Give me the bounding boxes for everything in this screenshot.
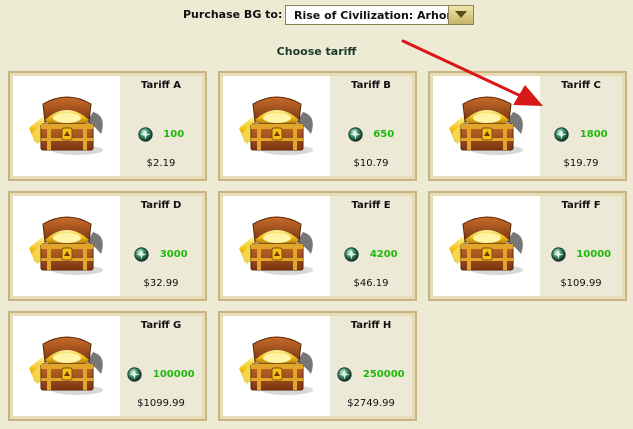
tariff-card-a[interactable]: Tariff A 100 $2.19 (8, 71, 207, 181)
chevron-down-icon (455, 11, 467, 18)
bg-amount-value: 4200 (369, 249, 398, 260)
bg-amount-value: 100 (163, 129, 185, 140)
server-select-value: Rise of Civilization: Arhon (294, 9, 455, 22)
tariff-card-f[interactable]: Tariff F 10000 $109.99 (428, 191, 627, 301)
bg-gem-icon (348, 127, 363, 142)
tariff-price: $46.19 (353, 278, 389, 289)
tariff-price: $32.99 (143, 278, 179, 289)
chest-image (13, 196, 120, 294)
bg-amount: 1800 (540, 127, 622, 142)
bg-gem-icon (138, 127, 153, 142)
server-select[interactable]: Rise of Civilization: Arhon (285, 5, 474, 25)
bg-amount-value: 10000 (576, 249, 612, 260)
treasure-chest-icon (27, 94, 107, 156)
tariff-card-g[interactable]: Tariff G 100000 $1099.99 (8, 311, 207, 421)
tariff-price: $10.79 (353, 158, 389, 169)
bg-gem-icon (551, 247, 566, 262)
red-arrow-annotation (401, 39, 543, 106)
tariff-name: Tariff G (140, 320, 182, 331)
tariff-price: $19.79 (563, 158, 599, 169)
bg-amount: 4200 (330, 247, 412, 262)
chest-image (223, 76, 330, 174)
chest-image (13, 316, 120, 414)
bg-amount: 250000 (330, 367, 412, 382)
tariff-price: $2749.99 (347, 398, 395, 409)
bg-amount: 10000 (540, 247, 622, 262)
bg-amount-value: 650 (373, 129, 395, 140)
tariff-price: $1099.99 (137, 398, 185, 409)
tariff-price: $109.99 (560, 278, 602, 289)
bg-gem-icon (337, 367, 352, 382)
treasure-chest-icon (237, 94, 317, 156)
tariff-name: Tariff E (351, 200, 391, 211)
tariff-card-b[interactable]: Tariff B 650 $10.79 (218, 71, 417, 181)
treasure-chest-icon (447, 214, 527, 276)
bg-gem-icon (127, 367, 142, 382)
treasure-chest-icon (237, 334, 317, 396)
bg-amount-value: 1800 (579, 129, 608, 140)
tariff-name: Tariff A (141, 80, 181, 91)
bg-amount-value: 100000 (152, 369, 195, 380)
tariff-name: Tariff F (561, 200, 601, 211)
bg-amount: 650 (330, 127, 412, 142)
bg-gem-icon (344, 247, 359, 262)
tariff-price: $2.19 (146, 158, 176, 169)
bg-gem-icon (554, 127, 569, 142)
bg-amount: 100 (120, 127, 202, 142)
purchase-label: Purchase BG to: (183, 8, 283, 21)
chest-image (223, 196, 330, 294)
chest-image (13, 76, 120, 174)
tariff-card-e[interactable]: Tariff E 4200 $46.19 (218, 191, 417, 301)
dropdown-button[interactable] (448, 6, 473, 24)
tariff-name: Tariff D (140, 200, 182, 211)
chest-image (433, 196, 540, 294)
bg-amount-value: 3000 (159, 249, 188, 260)
bg-amount-value: 250000 (362, 369, 405, 380)
bg-amount: 3000 (120, 247, 202, 262)
purchase-row: Purchase BG to: Rise of Civilization: Ar… (0, 5, 633, 27)
treasure-chest-icon (27, 334, 107, 396)
chest-image (223, 316, 330, 414)
tariff-card-d[interactable]: Tariff D 3000 $32.99 (8, 191, 207, 301)
treasure-chest-icon (237, 214, 317, 276)
tariff-card-h[interactable]: Tariff H 250000 $2749.99 (218, 311, 417, 421)
treasure-chest-icon (27, 214, 107, 276)
tariff-name: Tariff H (350, 320, 392, 331)
bg-amount: 100000 (120, 367, 202, 382)
bg-gem-icon (134, 247, 149, 262)
